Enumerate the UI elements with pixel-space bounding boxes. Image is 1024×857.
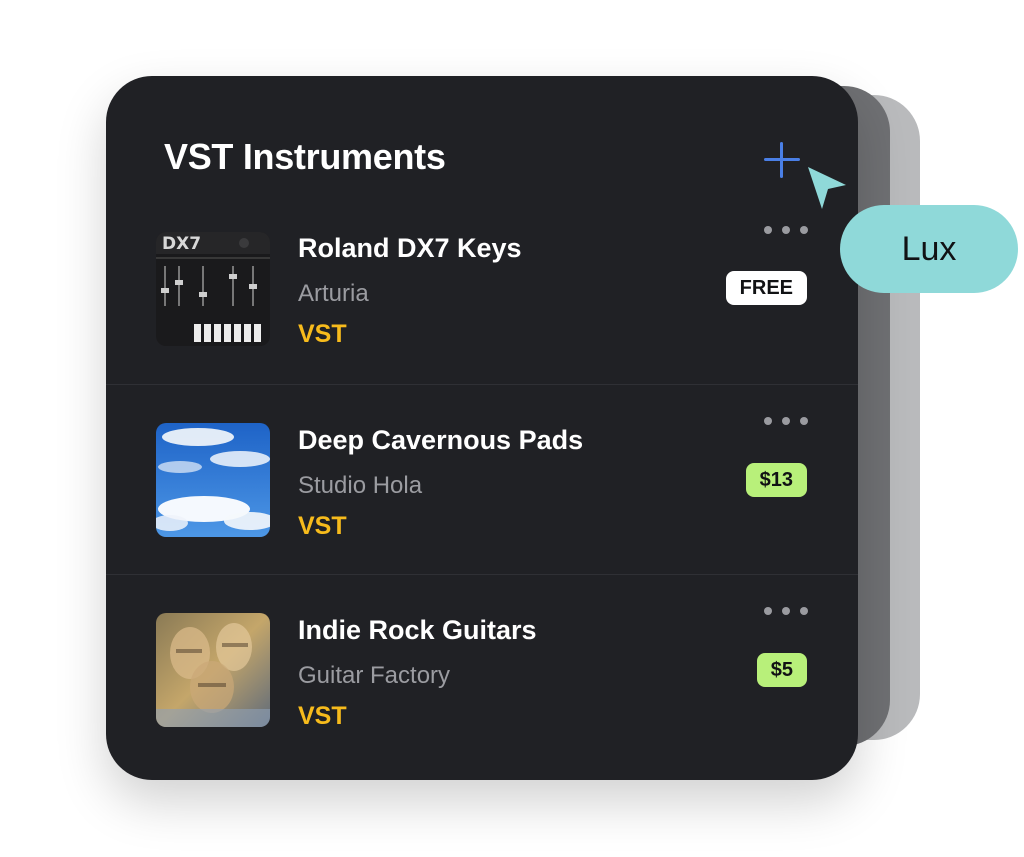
price-badge: FREE <box>725 271 807 305</box>
add-instrument-button[interactable] <box>762 140 802 180</box>
item-name: Deep Cavernous Pads <box>298 425 584 455</box>
item-type: VST <box>298 702 347 730</box>
list-item[interactable]: Deep Cavernous Pads Studio Hola VST $13 <box>106 384 858 575</box>
price-badge: $13 <box>745 463 807 497</box>
list-item[interactable]: Indie Rock Guitars Guitar Factory VST $5 <box>106 574 858 765</box>
synthesizer-thumbnail: DX7 <box>156 232 270 346</box>
more-options-icon[interactable] <box>764 224 808 236</box>
vst-instruments-card: VST Instruments DX7 Roland DX7 Keys Artu… <box>106 76 858 780</box>
item-vendor: Arturia <box>298 280 369 307</box>
price-badge: $5 <box>756 653 807 687</box>
more-options-icon[interactable] <box>764 605 808 617</box>
svg-text:DX7: DX7 <box>162 234 201 254</box>
panel-title: VST Instruments <box>164 136 446 177</box>
item-name: Roland DX7 Keys <box>298 233 522 263</box>
item-vendor: Guitar Factory <box>298 662 451 689</box>
item-type: VST <box>298 320 347 348</box>
item-type: VST <box>298 512 347 540</box>
list-item[interactable]: DX7 Roland DX7 Keys Arturia VST FREE <box>106 196 858 386</box>
item-vendor: Studio Hola <box>298 472 423 499</box>
blurred-faces-thumbnail <box>156 613 270 727</box>
sky-clouds-thumbnail <box>156 423 270 537</box>
collaborator-cursor-icon <box>808 167 846 209</box>
more-options-icon[interactable] <box>764 415 808 427</box>
item-name: Indie Rock Guitars <box>298 615 537 645</box>
collaborator-name-tag: Lux <box>840 205 1018 293</box>
